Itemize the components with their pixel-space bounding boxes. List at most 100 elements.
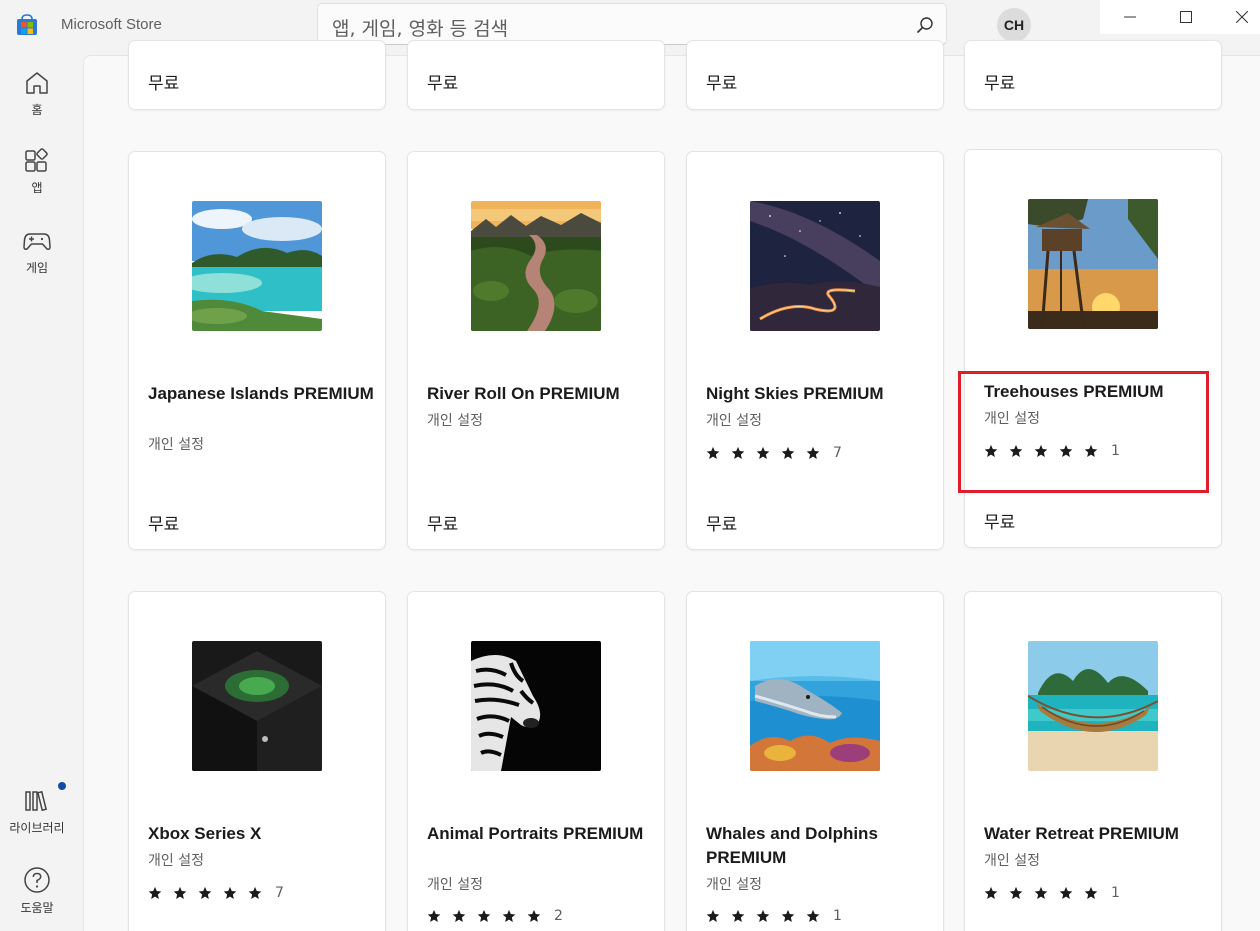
star-icon [1034, 886, 1048, 900]
search-box[interactable]: 앱, 게임, 영화 등 검색 [317, 3, 947, 45]
maximize-button[interactable] [1160, 0, 1212, 34]
product-title: Water Retreat PREMIUM [984, 824, 1179, 843]
star-icon [756, 446, 770, 460]
product-category: 개인 설정 [148, 853, 204, 869]
product-title: Whales and Dolphins PREMIUM [706, 824, 878, 867]
product-image-milky-way-road [750, 201, 880, 331]
nav-item-games[interactable]: 게임 [0, 228, 74, 276]
gamepad-icon [23, 233, 51, 250]
star-rating: 1 [706, 908, 842, 924]
star-rating: 1 [984, 885, 1120, 901]
search-icon[interactable] [916, 16, 934, 34]
home-icon [26, 72, 48, 94]
star-icon [1059, 886, 1073, 900]
rating-count: 7 [833, 445, 842, 461]
star-icon [223, 886, 237, 900]
close-button[interactable] [1216, 0, 1260, 34]
nav-label-apps: 앱 [31, 181, 43, 195]
star-icon [781, 909, 795, 923]
nav-item-library[interactable]: 라이브러리 [0, 782, 74, 836]
product-card-japanese-islands[interactable]: Japanese Islands PREMIUM 개인 설정 무료 [128, 151, 386, 550]
star-icon [527, 909, 541, 923]
nav-item-apps[interactable]: 앱 [0, 148, 74, 196]
price-label: 무료 [148, 74, 180, 94]
star-icon [198, 886, 212, 900]
apps-icon [25, 148, 48, 172]
product-category: 개인 설정 [427, 413, 483, 429]
price-label: 무료 [706, 74, 738, 94]
star-icon [706, 446, 720, 460]
product-card[interactable]: 무료 [964, 40, 1222, 110]
price-label: 무료 [427, 74, 459, 94]
star-icon [731, 446, 745, 460]
product-image-river-valley [471, 201, 601, 331]
nav-label-home: 홈 [31, 103, 43, 117]
notification-dot [58, 782, 66, 790]
product-card-whales-and-dolphins[interactable]: Whales and Dolphins PREMIUM 개인 설정 1 [686, 591, 944, 931]
product-title: Japanese Islands PREMIUM [148, 384, 374, 403]
product-image-tropical-islands [192, 201, 322, 331]
product-title: Night Skies PREMIUM [706, 384, 884, 403]
star-icon [806, 446, 820, 460]
product-card-animal-portraits[interactable]: Animal Portraits PREMIUM 개인 설정 2 [407, 591, 665, 931]
star-icon [984, 886, 998, 900]
price-label: 무료 [427, 515, 459, 535]
star-icon [477, 909, 491, 923]
product-card[interactable]: 무료 [128, 40, 386, 110]
product-card-river-roll-on[interactable]: River Roll On PREMIUM 개인 설정 무료 [407, 151, 665, 550]
star-icon [248, 886, 262, 900]
star-rating: 7 [706, 445, 842, 461]
price-label: 무료 [984, 74, 1016, 94]
product-image-dolphin-reef [750, 641, 880, 771]
star-icon [756, 909, 770, 923]
product-title: Xbox Series X [148, 824, 262, 843]
star-icon [806, 909, 820, 923]
close-icon [1236, 11, 1248, 23]
product-category: 개인 설정 [984, 853, 1040, 869]
rating-count: 1 [1111, 885, 1120, 901]
star-rating: 7 [148, 885, 284, 901]
product-image-treehouse-sunset [1028, 199, 1158, 329]
nav-label-help: 도움말 [20, 901, 54, 915]
rating-count: 2 [554, 908, 563, 924]
library-icon [25, 790, 48, 812]
product-title: Animal Portraits PREMIUM [427, 824, 644, 843]
product-category: 개인 설정 [706, 413, 762, 429]
price-label: 무료 [706, 515, 738, 535]
star-icon [452, 909, 466, 923]
rating-count: 1 [833, 908, 842, 924]
product-category: 개인 설정 [706, 877, 762, 893]
rating-count: 7 [275, 885, 284, 901]
product-card-night-skies[interactable]: Night Skies PREMIUM 개인 설정 7 무료 [686, 151, 944, 550]
help-icon [24, 867, 50, 893]
star-icon [706, 909, 720, 923]
star-icon [427, 909, 441, 923]
store-logo-icon [17, 14, 37, 35]
star-icon [781, 446, 795, 460]
product-card-xbox-series-x[interactable]: Xbox Series X 개인 설정 7 [128, 591, 386, 931]
star-icon [173, 886, 187, 900]
search-input[interactable]: 앱, 게임, 영화 등 검색 [332, 14, 508, 41]
nav-item-home[interactable]: 홈 [0, 70, 74, 118]
minimize-icon [1124, 16, 1136, 18]
product-category: 개인 설정 [148, 437, 204, 453]
window-controls [1100, 0, 1260, 34]
star-icon [502, 909, 516, 923]
product-card[interactable]: 무료 [686, 40, 944, 110]
product-card-water-retreat[interactable]: Water Retreat PREMIUM 개인 설정 1 [964, 591, 1222, 931]
maximize-icon [1180, 11, 1192, 23]
star-icon [1084, 886, 1098, 900]
product-image-hammock-beach [1028, 641, 1158, 771]
product-image-xbox-console [192, 641, 322, 771]
star-icon [1009, 886, 1023, 900]
star-icon [731, 909, 745, 923]
app-title: Microsoft Store [61, 16, 162, 33]
star-icon [148, 886, 162, 900]
minimize-button[interactable] [1104, 0, 1156, 34]
product-card[interactable]: 무료 [407, 40, 665, 110]
user-avatar[interactable]: CH [997, 8, 1031, 42]
product-category: 개인 설정 [427, 877, 483, 893]
nav-item-help[interactable]: 도움말 [0, 866, 74, 916]
product-title: River Roll On PREMIUM [427, 384, 620, 403]
selection-highlight [958, 371, 1209, 493]
